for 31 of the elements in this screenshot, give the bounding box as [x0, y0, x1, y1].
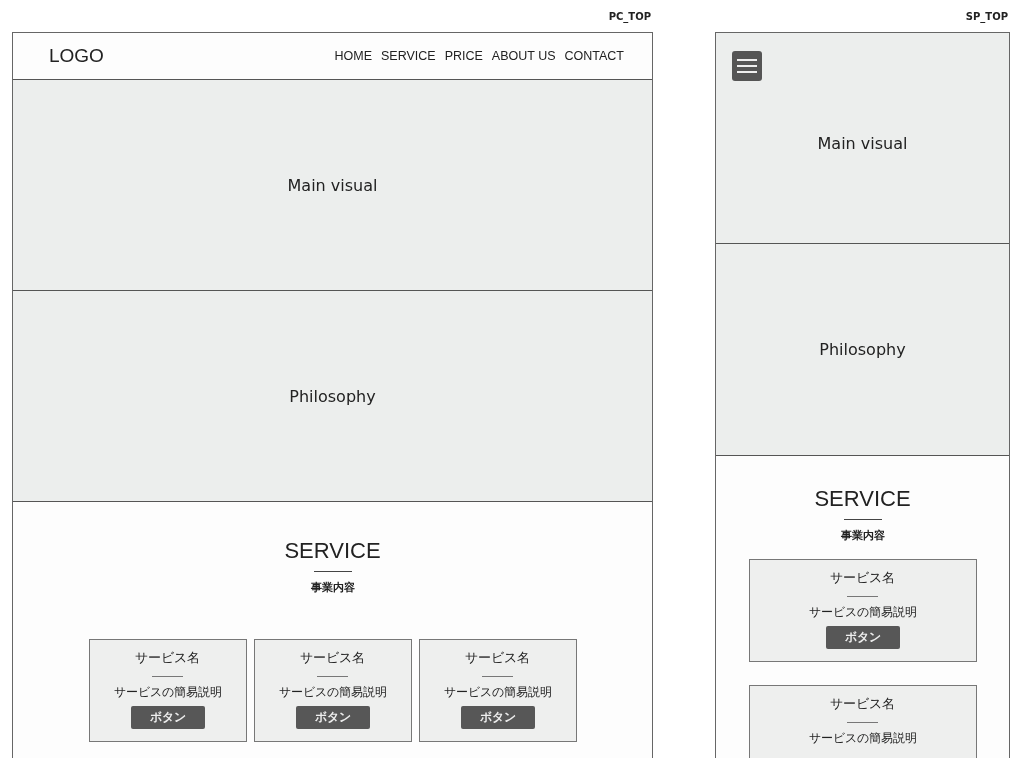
service-name: サービス名 — [135, 650, 200, 667]
section-label: Main visual — [817, 134, 908, 153]
nav-link[interactable]: CONTACT — [564, 49, 624, 63]
service-name: サービス名 — [830, 570, 895, 587]
menu-icon[interactable] — [732, 51, 762, 81]
service-description: サービスの簡易説明 — [808, 604, 917, 621]
service-name: サービス名 — [300, 650, 365, 667]
section-label: Philosophy — [289, 386, 376, 406]
service-description: サービスの簡易説明 — [113, 684, 222, 701]
service-description: サービスの簡易説明 — [808, 730, 917, 747]
service-button[interactable]: ボタン — [460, 706, 535, 729]
service-button[interactable]: ボタン — [825, 626, 900, 649]
section-label: Main visual — [287, 175, 378, 195]
service-name: サービス名 — [465, 650, 530, 667]
nav-link[interactable]: ABOUT US — [491, 49, 556, 63]
nav-link[interactable]: PRICE — [444, 49, 483, 63]
service-description: サービスの簡易説明 — [278, 684, 387, 701]
service-button[interactable]: ボタン — [295, 706, 370, 729]
nav-link[interactable]: HOME — [334, 49, 372, 63]
service-description: サービスの簡易説明 — [443, 684, 552, 701]
service-button[interactable]: ボタン — [130, 706, 205, 729]
section-subtitle: 事業内容 — [840, 528, 885, 543]
frame-label: SP_TOP — [965, 10, 1008, 22]
logo-text: LOGO — [49, 45, 104, 67]
service-name: サービス名 — [830, 696, 895, 713]
section-title: SERVICE — [814, 486, 911, 512]
frame-label: PC_TOP — [608, 10, 651, 22]
section-title: SERVICE — [284, 538, 381, 564]
section-subtitle: 事業内容 — [310, 580, 355, 595]
nav-link[interactable]: SERVICE — [380, 49, 436, 63]
section-label: Philosophy — [819, 340, 906, 359]
